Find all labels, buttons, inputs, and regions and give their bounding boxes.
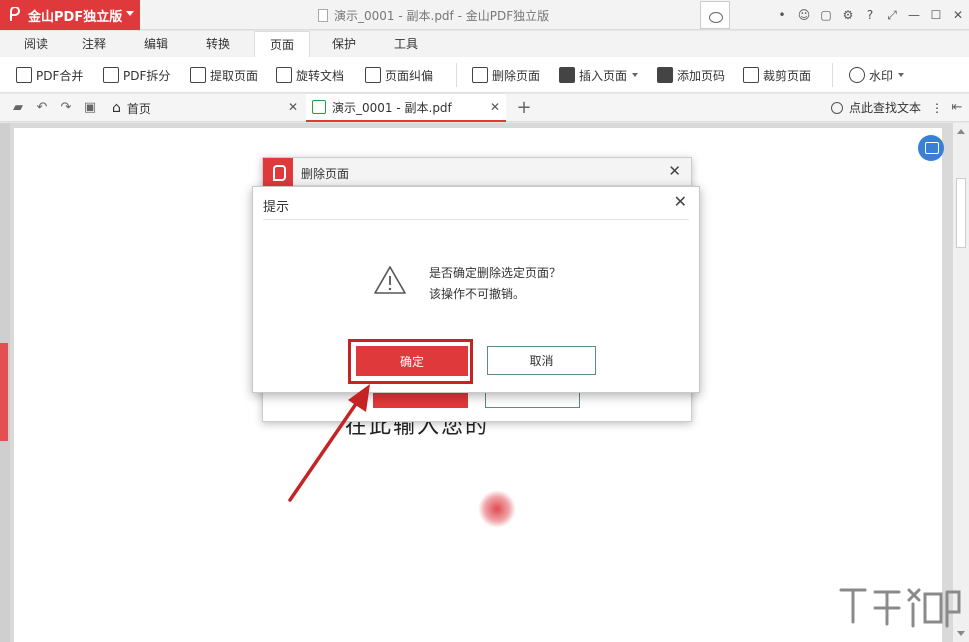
merge-icon — [16, 67, 32, 83]
gear-icon[interactable]: ⚙ — [837, 4, 859, 26]
confirm-dialog: 提示 ✕ 是否确定删除选定页面？ 该操作不可撤销。 确定 取消 — [252, 186, 700, 393]
crop-page-button[interactable]: 裁剪页面 — [743, 66, 811, 84]
close-icon[interactable]: ✕ — [288, 100, 298, 114]
new-tab-icon[interactable]: + — [516, 99, 532, 117]
ribbon-divider — [832, 63, 833, 87]
pointer-arrow-annotation — [288, 384, 370, 502]
close-icon[interactable]: ✕ — [674, 192, 687, 211]
dialog-message-line2: 该操作不可撤销。 — [429, 287, 526, 301]
file-icon — [318, 9, 328, 22]
crop-icon — [743, 67, 759, 83]
divider — [263, 219, 689, 220]
scrollbar-thumb[interactable] — [956, 178, 966, 248]
rotate-doc-button[interactable]: 旋转文档 — [276, 66, 344, 84]
ribbon-divider — [456, 63, 457, 87]
cursor-blur-effect — [478, 490, 516, 528]
app-name: 金山PDF独立版 — [28, 9, 123, 25]
tab-protect[interactable]: 保护 — [326, 31, 362, 57]
add-page-number-button[interactable]: 添加页码 — [657, 66, 725, 84]
dialog-title: 提示 — [263, 200, 290, 215]
window-controls: • ☺ ▢ ⚙ ? ⤢ — ☐ ✕ — [771, 0, 969, 30]
ribbon: PDF合并 PDF拆分 提取页面 旋转文档 页面纠偏 删除页面 插入页面 添加页… — [0, 57, 969, 93]
tab-annotate[interactable]: 注释 — [76, 31, 112, 57]
tab-home[interactable]: ⌂ 首页 ✕ — [106, 94, 304, 122]
pdf-file-icon — [312, 100, 326, 114]
close-icon[interactable]: ✕ — [947, 4, 969, 26]
title-bar: 金山PDF独立版 演示_0001 - 副本.pdf - 金山PDF独立版 • ☺… — [0, 0, 969, 30]
extract-icon — [190, 67, 206, 83]
dot-icon: • — [778, 8, 786, 22]
ok-button[interactable]: 确定 — [356, 346, 468, 376]
cancel-button[interactable]: 取消 — [487, 346, 596, 375]
pdf-merge-button[interactable]: PDF合并 — [16, 66, 83, 84]
extract-page-button[interactable]: 提取页面 — [190, 66, 258, 84]
sidebar-expand-handle[interactable] — [0, 343, 8, 441]
maximize-icon[interactable]: ☐ — [925, 4, 947, 26]
message-icon[interactable]: ▢ — [815, 4, 837, 26]
window-title: 演示_0001 - 副本.pdf - 金山PDF独立版 — [318, 7, 549, 24]
scroll-up-icon[interactable] — [957, 129, 965, 134]
delete-page-icon — [472, 67, 488, 83]
dialog-message-line1: 是否确定删除选定页面？ — [429, 266, 562, 280]
fullscreen-icon[interactable]: ⤢ — [881, 4, 903, 26]
menu-bar: 阅读 注释 编辑 转换 页面 保护 工具 — [0, 31, 969, 57]
dialog-title: 删除页面 — [301, 167, 350, 181]
home-icon: ⌂ — [112, 100, 121, 116]
delete-page-button[interactable]: 删除页面 — [472, 66, 540, 84]
deskew-icon — [365, 67, 381, 83]
search-text-button[interactable]: 点此查找文本 ⋮ — [830, 99, 943, 116]
panel-toggle-icon[interactable]: ⇤ — [949, 100, 965, 116]
save-icon[interactable]: ▣ — [82, 100, 98, 116]
chevron-down-icon — [126, 11, 134, 16]
help-icon[interactable]: ? — [859, 4, 881, 26]
watermark-button[interactable]: 水印 — [849, 66, 905, 84]
open-folder-icon[interactable]: ▰ — [10, 100, 26, 116]
app-menu-button[interactable]: 金山PDF独立版 — [0, 0, 140, 30]
avatar[interactable] — [700, 1, 730, 29]
insert-page-icon — [559, 67, 575, 83]
skin-icon[interactable]: ☺ — [793, 4, 815, 26]
rotate-icon — [276, 67, 292, 83]
vertical-scrollbar[interactable] — [953, 123, 969, 642]
window-title-text: 演示_0001 - 副本.pdf - 金山PDF独立版 — [334, 9, 550, 23]
watermark-logo-icon — [839, 588, 961, 628]
app-logo-icon — [6, 6, 22, 23]
redo-icon[interactable]: ↷ — [58, 100, 74, 116]
chevron-down-icon — [898, 73, 905, 77]
page-number-icon — [657, 67, 673, 83]
tab-tools[interactable]: 工具 — [388, 31, 424, 57]
tab-page[interactable]: 页面 — [254, 31, 310, 57]
tab-document[interactable]: 演示_0001 - 副本.pdf ✕ — [306, 94, 506, 122]
page-deskew-button[interactable]: 页面纠偏 — [365, 66, 433, 84]
chevron-down-icon — [632, 73, 639, 77]
undo-icon[interactable]: ↶ — [34, 100, 50, 116]
search-icon — [830, 101, 843, 114]
close-icon[interactable]: ✕ — [490, 100, 500, 114]
insert-page-button[interactable]: 插入页面 — [559, 66, 639, 84]
tab-read[interactable]: 阅读 — [18, 31, 54, 57]
warning-icon — [374, 266, 406, 294]
floating-convert-icon[interactable] — [918, 135, 944, 161]
dialog-header: 提示 ✕ — [253, 187, 699, 219]
tab-convert[interactable]: 转换 — [200, 31, 236, 57]
dialog-header: 删除页面 ✕ — [263, 158, 691, 186]
split-icon — [103, 67, 119, 83]
watermark-icon — [849, 67, 865, 83]
app-logo-icon — [263, 158, 293, 186]
document-tab-bar: ▰ ↶ ↷ ▣ ⌂ 首页 ✕ 演示_0001 - 副本.pdf ✕ + 点此查找… — [0, 94, 969, 122]
close-icon[interactable]: ✕ — [668, 162, 681, 180]
tab-edit[interactable]: 编辑 — [138, 31, 174, 57]
more-icon[interactable]: ⋮ — [931, 101, 943, 115]
pdf-split-button[interactable]: PDF拆分 — [103, 66, 170, 84]
minimize-icon[interactable]: — — [903, 4, 925, 26]
